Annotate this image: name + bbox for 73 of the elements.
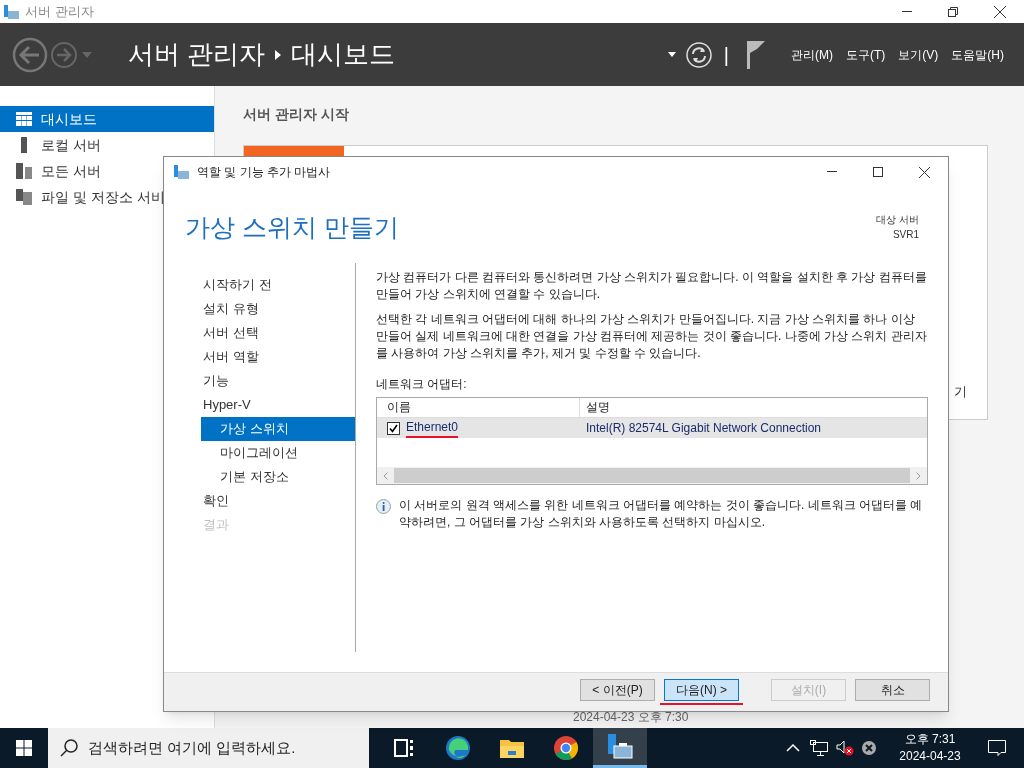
adapters-label: 네트워크 어댑터: xyxy=(376,376,468,393)
minimize-icon[interactable] xyxy=(902,10,912,13)
search-icon xyxy=(60,739,78,757)
wizard-step[interactable]: Hyper-V xyxy=(201,393,355,417)
wizard-step[interactable]: 마이그레이션 xyxy=(201,441,355,465)
menu-item[interactable]: 보기(V) xyxy=(898,45,939,64)
maximize-icon[interactable] xyxy=(873,167,883,177)
search-field[interactable]: 검색하려면 여기에 입력하세요. xyxy=(48,728,369,768)
menu-item[interactable]: 도구(T) xyxy=(846,45,886,64)
network-icon[interactable] xyxy=(810,740,828,756)
wizard-step[interactable]: 서버 선택 xyxy=(201,321,355,345)
sidebar-item[interactable]: 대시보드 xyxy=(0,106,214,132)
info-icon xyxy=(376,499,391,514)
minimize-icon[interactable] xyxy=(827,171,837,173)
notification-icon[interactable] xyxy=(988,740,1006,756)
adapter-name: Ethernet0 xyxy=(406,418,459,438)
server-manager-icon[interactable] xyxy=(606,733,634,760)
flag-icon[interactable] xyxy=(747,40,765,69)
section-heading: 서버 관리자 시작 xyxy=(243,105,350,124)
window-title: 서버 관리자 xyxy=(25,2,94,21)
clock-time[interactable]: 오후 7:31 xyxy=(904,731,956,748)
wizard-step[interactable]: 서버 역할 xyxy=(201,345,355,369)
description-paragraph: 가상 컴퓨터가 다른 컴퓨터와 통신하려면 가상 스위치가 필요합니다. 이 역할을 설치한 후 가상 컴퓨터를 만들어 가상 스위치에 연결할 수 있습니다. xyxy=(376,269,928,303)
wizard-step[interactable]: 시작하기 전 xyxy=(201,273,355,297)
column-header[interactable]: 설명 xyxy=(580,398,927,417)
wizard-step[interactable]: 기본 저장소 xyxy=(201,465,355,489)
clock-date[interactable]: 2024-04-23 xyxy=(899,748,961,765)
taskbar-app[interactable] xyxy=(593,728,647,768)
target-server-label: 대상 서버 xyxy=(876,213,919,227)
wizard-step[interactable]: 기능 xyxy=(201,369,355,393)
restore-icon[interactable] xyxy=(948,6,958,17)
chevron-up-icon[interactable] xyxy=(786,744,800,752)
browser-swirl-icon[interactable] xyxy=(445,735,471,761)
menu-item[interactable]: 도움말(H) xyxy=(951,45,1004,64)
servers-icon xyxy=(16,163,32,179)
column-header[interactable]: 이름 xyxy=(377,398,580,417)
adapter-description: Intel(R) 82574L Gigabit Network Connection xyxy=(585,419,821,437)
close-icon[interactable] xyxy=(919,166,930,178)
task-view-icon[interactable] xyxy=(394,739,414,757)
timestamp-text: 2024-04-23 오후 7:30 xyxy=(573,709,690,726)
sidebar-item[interactable]: 로컬 서버 xyxy=(0,132,214,158)
chrome-icon[interactable] xyxy=(553,735,579,761)
breadcrumb-arrow-icon xyxy=(275,49,282,60)
info-text: 이 서버로의 원격 액세스를 위한 네트워크 어댑터를 예약하는 것이 좋습니다. 네트워크 어댑터를 예약하려면, 그 어댑터를 가상 스위치와 사용하도록 선택하지 마십시오. xyxy=(399,497,924,531)
card-text: 기 xyxy=(954,382,967,401)
wizard-step[interactable]: 확인 xyxy=(201,489,355,513)
wizard-heading: 가상 스위치 만들기 xyxy=(185,212,399,243)
wizard-button[interactable]: < 이전(P) xyxy=(580,679,655,701)
muted-speaker-icon[interactable] xyxy=(836,740,854,756)
description-paragraph: 선택한 각 네트워크 어댑터에 대해 하나의 가상 스위치가 만들어집니다. 지금 가상 스위치를 하나 이상 만들어 실제 네트워크에 대한 연결을 가상 컴퓨터에 제공하는 것이 좋습니다. 나중에 가상 스위치 관리자를 사용하여 가상 스위치를 추가, 제거 및 수정할 수 있습니다. xyxy=(376,311,928,362)
error-circle-icon[interactable] xyxy=(862,741,876,755)
breadcrumb-item[interactable]: 대시보드 xyxy=(291,35,396,74)
adapter-row[interactable]: Ethernet0 Intel(R) 82574L Gigabit Network Connection xyxy=(377,418,927,438)
wizard-button[interactable]: 취소 xyxy=(855,679,930,701)
target-server-value: SVR1 xyxy=(892,228,919,242)
refresh-icon[interactable] xyxy=(685,41,712,68)
file-storage-icon xyxy=(16,189,32,205)
folder-icon[interactable] xyxy=(500,738,524,758)
wizard-button[interactable]: 다음(N) > xyxy=(664,679,739,701)
separator-text: | xyxy=(723,42,729,68)
caret-icon[interactable] xyxy=(667,52,676,57)
adapter-checkbox[interactable] xyxy=(387,421,400,435)
breadcrumb-item[interactable]: 서버 관리자 xyxy=(128,35,266,74)
windows-start-icon[interactable] xyxy=(16,740,32,756)
close-icon[interactable] xyxy=(994,5,1006,18)
server-manager-icon xyxy=(4,4,19,19)
dialog-title: 역할 및 기능 추가 마법사 xyxy=(197,164,331,181)
wizard-icon xyxy=(174,165,189,179)
sidebar-item[interactable]: 파일 및 저장소 서비 xyxy=(0,184,214,210)
wizard-step[interactable]: 가상 스위치 xyxy=(201,417,355,441)
dashboard-grid-icon xyxy=(16,112,32,126)
wizard-step[interactable]: 설치 유형 xyxy=(201,297,355,321)
menu-item[interactable]: 관리(M) xyxy=(791,45,833,64)
